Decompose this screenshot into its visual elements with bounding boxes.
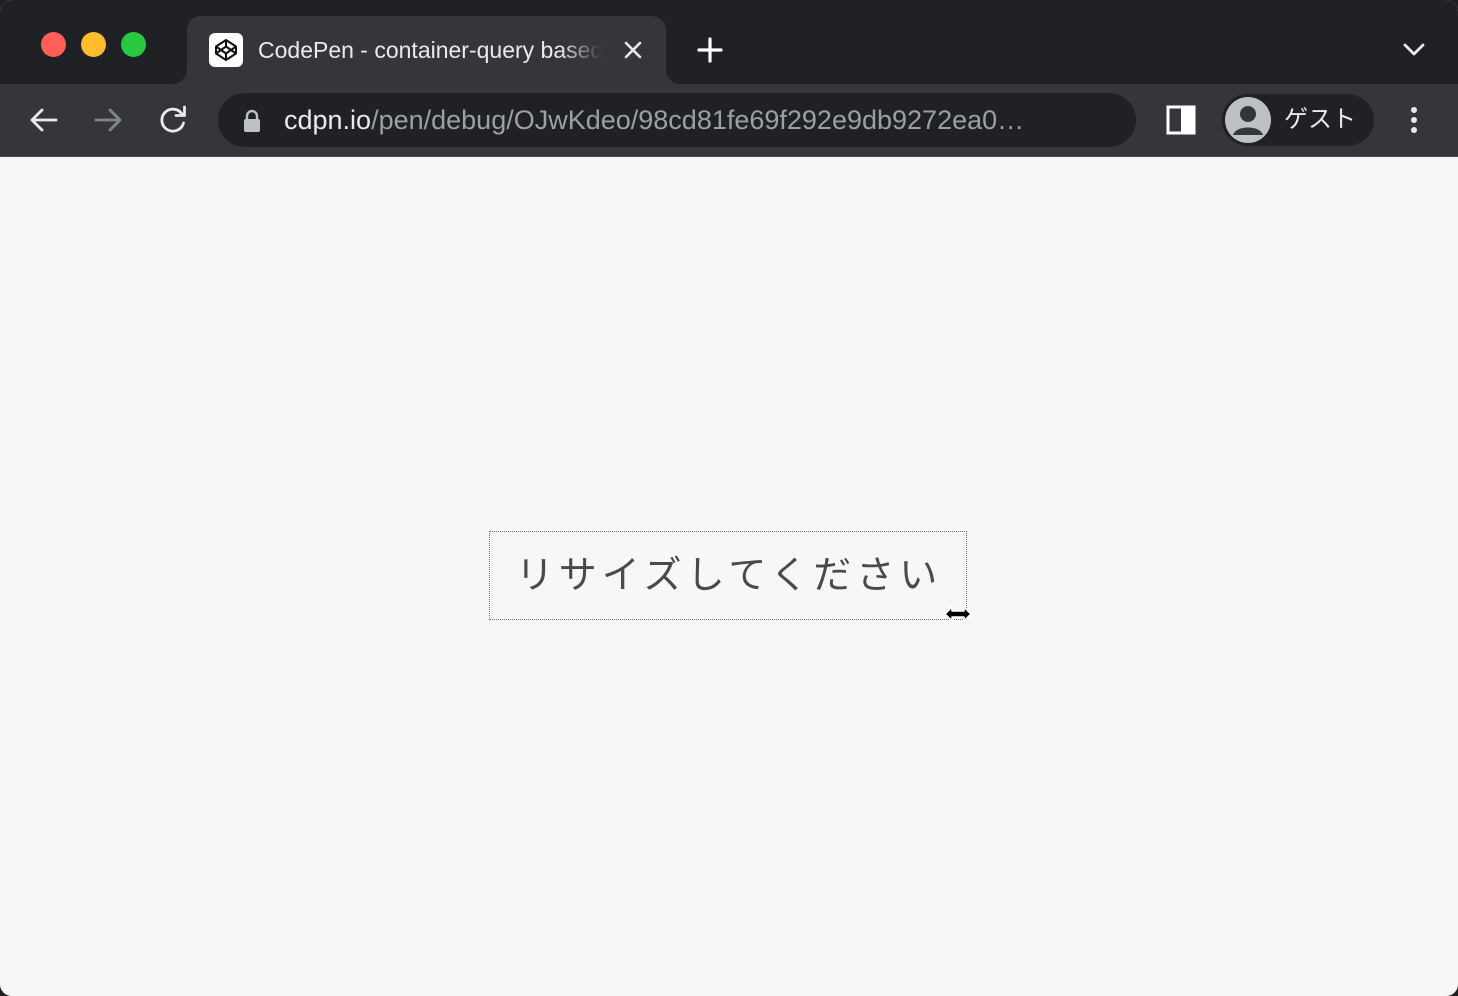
url-host: cdpn.io: [284, 105, 372, 135]
forward-arrow-icon[interactable]: [90, 102, 126, 138]
reload-icon[interactable]: [155, 102, 191, 138]
resizable-container[interactable]: リサイズしてください: [489, 531, 967, 620]
chevron-down-icon[interactable]: [1400, 38, 1428, 62]
browser-toolbar: cdpn.io/pen/debug/OJwKdeo/98cd81fe69f292…: [0, 84, 1458, 157]
new-tab-plus-icon[interactable]: [694, 34, 726, 66]
codepen-icon: [209, 33, 243, 67]
tab-codepen[interactable]: CodePen - container-query based resize: [187, 16, 666, 84]
url-text: cdpn.io/pen/debug/OJwKdeo/98cd81fe69f292…: [284, 104, 1114, 136]
profile-button[interactable]: ゲスト: [1222, 94, 1374, 146]
avatar-icon: [1225, 97, 1271, 143]
tab-title: CodePen - container-query based resize: [258, 37, 601, 63]
lock-icon[interactable]: [241, 109, 263, 133]
resize-prompt-text: リサイズしてください: [515, 553, 943, 597]
page-content: リサイズしてください: [0, 157, 1458, 996]
back-arrow-icon[interactable]: [26, 102, 62, 138]
more-menu-icon[interactable]: [1400, 104, 1428, 136]
tab-close-icon[interactable]: [619, 36, 647, 64]
close-window-button[interactable]: [41, 32, 66, 57]
resize-horizontal-cursor-icon: [942, 603, 974, 625]
browser-window: CodePen - container-query based resize: [0, 0, 1458, 996]
minimize-window-button[interactable]: [81, 32, 106, 57]
profile-label: ゲスト: [1284, 106, 1356, 133]
address-bar[interactable]: cdpn.io/pen/debug/OJwKdeo/98cd81fe69f292…: [218, 93, 1136, 147]
side-panel-icon[interactable]: [1164, 104, 1198, 136]
maximize-window-button[interactable]: [121, 32, 146, 57]
url-path: /pen/debug/OJwKdeo/98cd81fe69f292e9db927…: [371, 105, 1025, 135]
tab-strip: CodePen - container-query based resize: [0, 0, 1458, 84]
